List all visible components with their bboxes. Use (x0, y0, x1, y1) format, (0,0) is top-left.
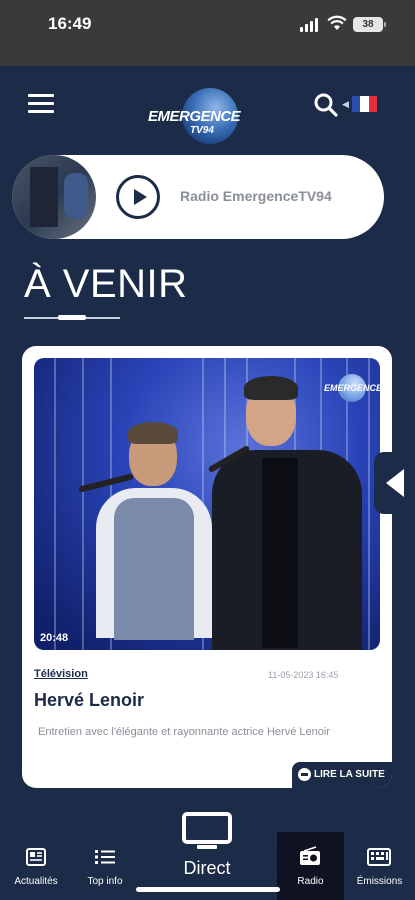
signal-icon (300, 18, 320, 32)
nav-label: Émissions (356, 876, 403, 887)
emergence-tv94-logo[interactable]: EMERGENCE TV94 (142, 88, 246, 146)
arrow-circle-icon (298, 768, 311, 781)
read-more-button[interactable]: LIRE LA SUITE (292, 762, 392, 788)
hamburger-menu-icon[interactable] (28, 94, 54, 114)
logo-text: EMERGENCE (148, 108, 241, 125)
upcoming-program-card[interactable]: EMERGENCE 20:48 Télévision 11-05-2023 16… (22, 346, 392, 788)
logo-subtext: TV94 (190, 125, 214, 136)
keyboard-icon (367, 848, 391, 866)
status-time: 16:49 (48, 14, 92, 33)
play-icon[interactable] (116, 175, 160, 219)
section-title: À VENIR (24, 262, 188, 306)
side-panel-toggle[interactable] (374, 452, 415, 514)
radio-icon (300, 846, 320, 865)
search-icon[interactable] (313, 92, 339, 118)
radio-player[interactable]: Radio EmergenceTV94 (12, 155, 384, 239)
read-more-label: LIRE LA SUITE (314, 769, 385, 780)
nav-label: Top info (87, 876, 123, 887)
nav-item-radio[interactable]: Radio (277, 832, 344, 900)
tv-icon (182, 812, 232, 849)
watermark-logo: EMERGENCE (324, 374, 380, 404)
nav-label: Actualités (14, 876, 58, 887)
list-icon (95, 850, 115, 864)
nav-item-actualites[interactable]: Actualités (0, 832, 72, 900)
app-header: EMERGENCE TV94 ◀ (0, 66, 415, 148)
radio-title: Radio EmergenceTV94 (180, 188, 332, 204)
wifi-icon (327, 15, 347, 30)
french-flag-icon (352, 96, 377, 112)
radio-thumbnail (12, 155, 96, 239)
card-date: 11-05-2023 16:45 (268, 670, 339, 680)
home-indicator (136, 887, 280, 892)
battery-icon: 38 (353, 17, 386, 32)
nav-item-emissions[interactable]: Émissions (344, 832, 415, 900)
status-bar: 16:49 38 (0, 0, 415, 66)
card-title: Hervé Lenoir (34, 690, 145, 710)
duration-badge: 20:48 (40, 632, 69, 644)
section-divider (24, 315, 120, 320)
card-description: Entretien avec l'élégante et rayonnante … (38, 726, 330, 738)
language-selector[interactable]: ◀ (342, 94, 382, 114)
nav-label: Radio (297, 876, 324, 887)
direct-label: Direct (183, 858, 231, 878)
program-image: EMERGENCE 20:48 (34, 358, 380, 650)
nav-item-top-info[interactable]: Top info (72, 832, 138, 900)
card-category[interactable]: Télévision (34, 668, 88, 680)
news-icon (26, 848, 46, 866)
nav-item-direct[interactable]: Direct (137, 798, 277, 900)
chevron-left-icon: ◀ (342, 99, 349, 109)
